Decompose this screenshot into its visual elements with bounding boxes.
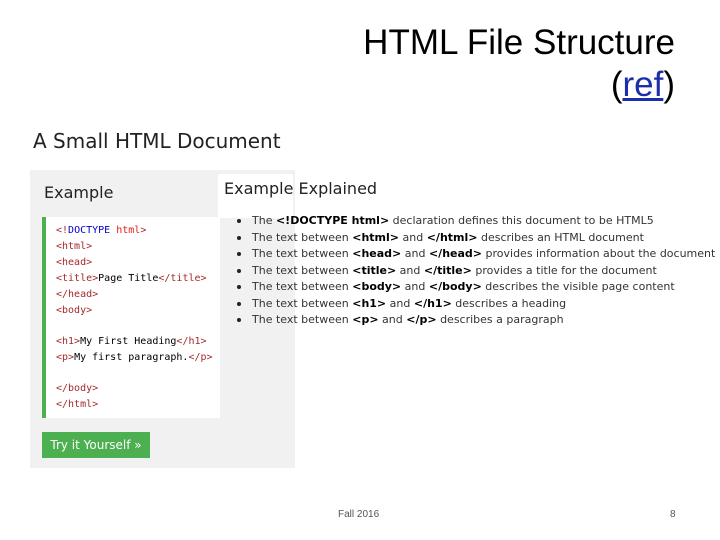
code-text: My First Heading: [80, 336, 177, 347]
bullet-text: The text between: [252, 247, 353, 260]
code-line: <html>: [56, 241, 93, 252]
code-token: <!: [56, 225, 69, 236]
code-token: </h1>: [176, 336, 207, 347]
code-box: <!DOCTYPE html> <html> <head> <title>Pag…: [42, 217, 220, 418]
bullet-text: declaration defines this document to be …: [389, 214, 654, 227]
bullet-text: and: [396, 263, 424, 277]
example-explained-heading: Example Explained: [224, 179, 378, 198]
bullet-tag: </html>: [426, 230, 478, 244]
code-line: <title>Page Title</title>: [56, 273, 207, 285]
slide-title-line2: (ref): [363, 64, 675, 106]
code-line: <head>: [56, 257, 93, 268]
list-item: The text between <html> and </html> desc…: [237, 230, 715, 247]
code-token: <p>: [56, 352, 75, 363]
bullet-tag: <title>: [352, 263, 397, 277]
bullet-text: The text between: [252, 230, 353, 244]
bullet-text: describes an HTML document: [477, 230, 644, 244]
bullet-text: and: [401, 247, 429, 260]
bullet-tag: <head>: [352, 247, 402, 260]
screenshot-heading: A Small HTML Document: [33, 129, 281, 153]
code-line: </head>: [56, 289, 99, 300]
try-it-yourself-button[interactable]: Try it Yourself »: [42, 432, 150, 458]
code-keyword: DOCTYPE: [68, 225, 111, 236]
slide-title: HTML File Structure (ref): [363, 22, 675, 106]
bullet-text: and: [378, 313, 407, 326]
code-line: <!DOCTYPE html>: [56, 225, 146, 237]
page-number: 8: [670, 509, 676, 520]
list-item: The text between <head> and </head> prov…: [237, 246, 715, 263]
code-line: <body>: [56, 305, 93, 316]
bullet-tag: </body>: [428, 280, 482, 293]
open-paren: (: [610, 65, 623, 104]
bullet-text: The text between: [252, 296, 353, 310]
bullet-text: provides information about the document: [482, 247, 716, 260]
bullet-text: and: [386, 296, 414, 310]
list-item: The <!DOCTYPE html> declaration defines …: [237, 213, 715, 230]
code-token: </p>: [188, 352, 213, 363]
code-text: My first paragraph.: [74, 352, 189, 363]
bullet-text: The text between: [252, 313, 353, 326]
bullet-text: and: [399, 230, 427, 244]
bullet-text: The text between: [252, 263, 353, 277]
code-text: Page Title: [98, 273, 159, 284]
bullet-tag: <body>: [352, 280, 402, 293]
code-value: html: [110, 225, 141, 236]
bullet-text: The: [252, 214, 276, 227]
bullet-tag: </head>: [428, 247, 483, 260]
code-token: >: [140, 225, 147, 236]
list-item: The text between <title> and </title> pr…: [237, 263, 715, 280]
code-token: </title>: [158, 273, 207, 284]
code-line: </body>: [56, 383, 99, 394]
slide-title-line1: HTML File Structure: [363, 23, 675, 62]
code-token: <title>: [56, 273, 99, 284]
bullet-tag: <!DOCTYPE html>: [275, 214, 390, 227]
bullet-tag: </h1>: [413, 296, 452, 310]
bullet-text: provides a title for the document: [471, 263, 657, 277]
bullet-tag: </p>: [406, 313, 437, 326]
bullet-text: The text between: [252, 280, 353, 293]
code-line: <p>My first paragraph.</p>: [56, 352, 213, 364]
bullet-text: describes the visible page content: [481, 280, 675, 293]
bullet-text: and: [401, 280, 429, 293]
explanation-list: The <!DOCTYPE html> declaration defines …: [237, 213, 715, 329]
code-token: <h1>: [56, 336, 81, 347]
bullet-text: describes a heading: [451, 296, 567, 310]
bullet-tag: </title>: [423, 263, 472, 277]
example-label: Example: [44, 183, 114, 202]
code-line: <h1>My First Heading</h1>: [56, 336, 207, 348]
bullet-tag: <h1>: [352, 296, 387, 310]
bullet-text: describes a paragraph: [436, 313, 564, 326]
bullet-tag: <p>: [352, 313, 379, 326]
code-line: </html>: [56, 399, 99, 410]
footer-date: Fall 2016: [338, 509, 380, 520]
bullet-tag: <html>: [352, 230, 399, 244]
list-item: The text between <p> and </p> describes …: [237, 312, 715, 329]
list-item: The text between <h1> and </h1> describe…: [237, 296, 715, 313]
list-item: The text between <body> and </body> desc…: [237, 279, 715, 296]
close-paren: ): [663, 65, 675, 104]
ref-link[interactable]: ref: [622, 65, 663, 104]
